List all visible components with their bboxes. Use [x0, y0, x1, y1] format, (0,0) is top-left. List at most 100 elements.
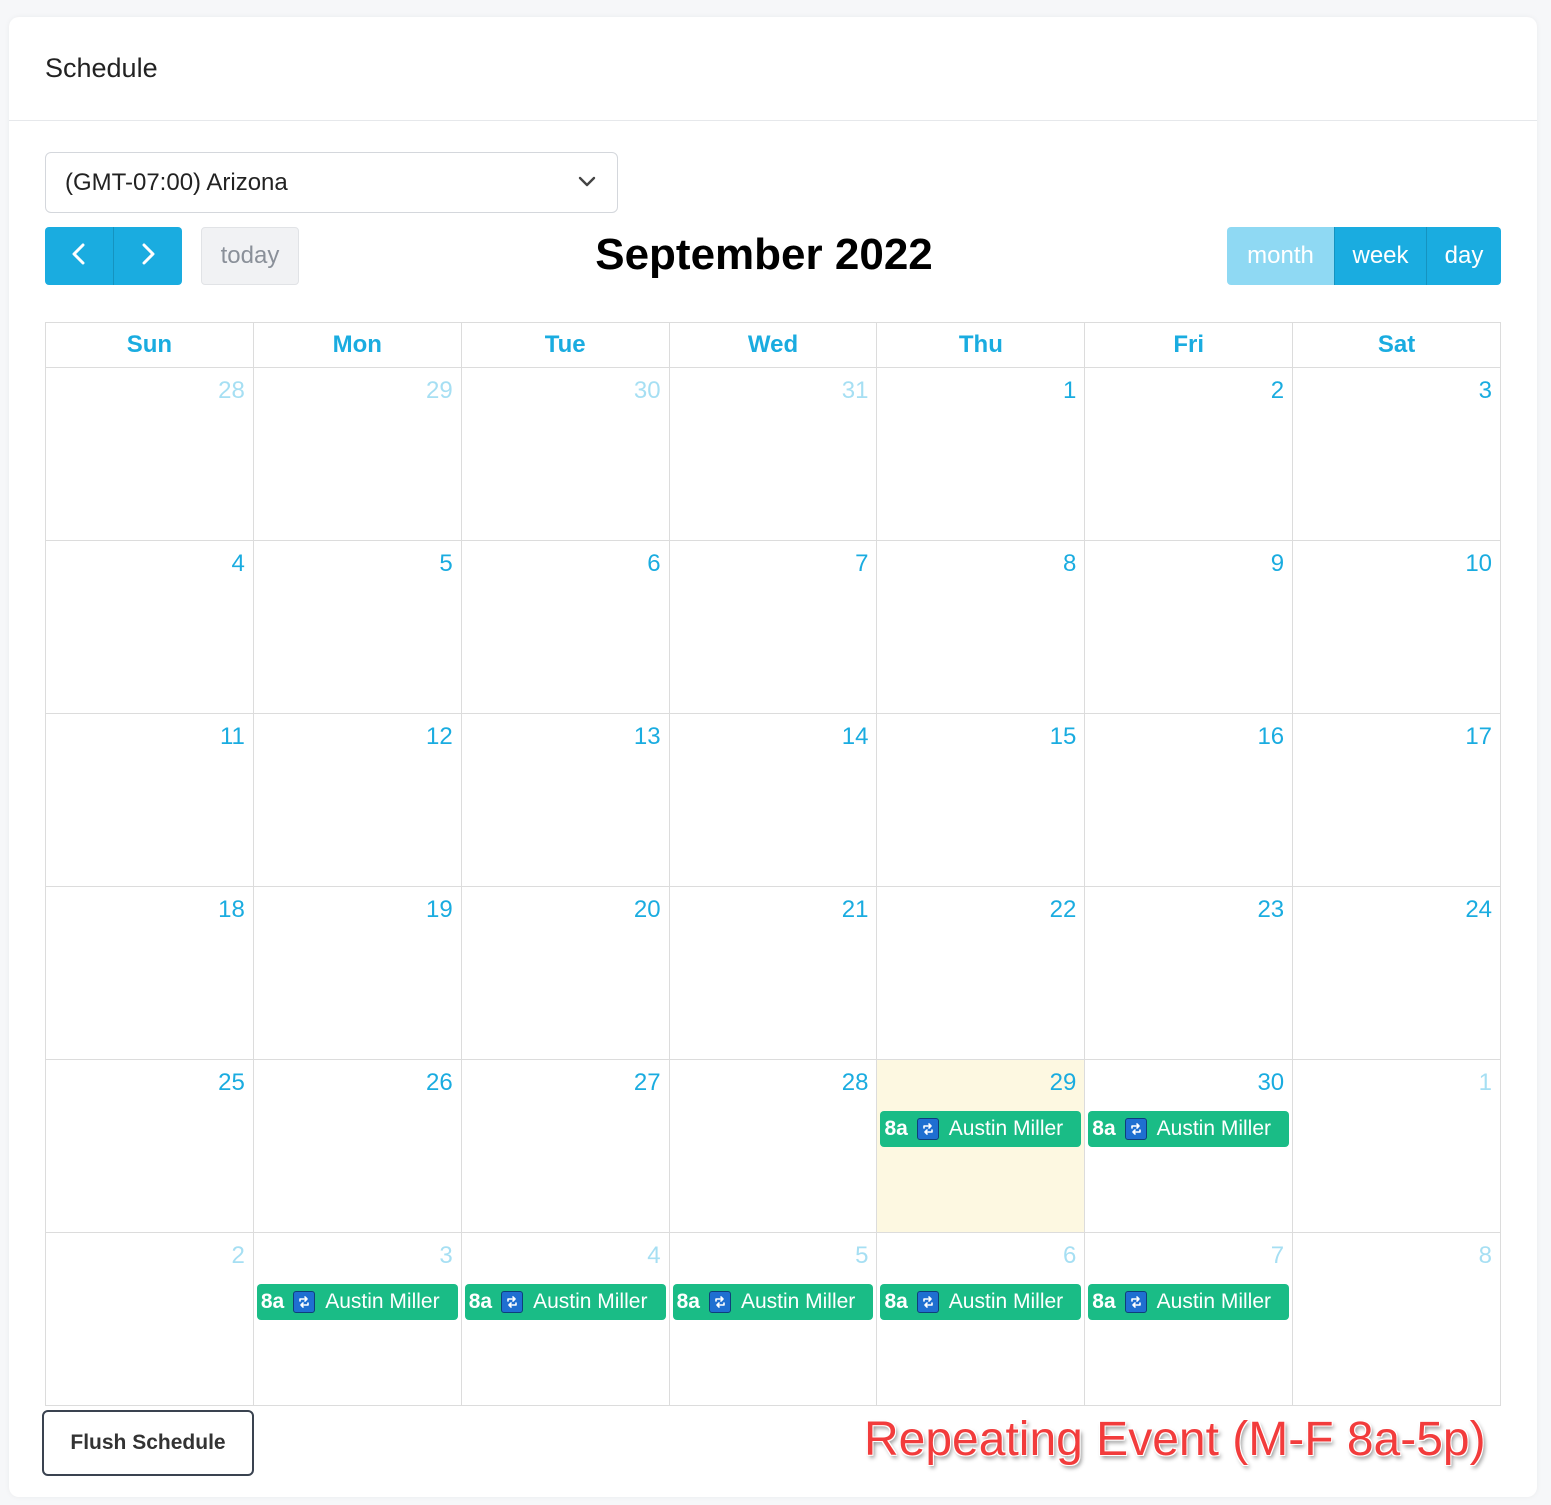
- day-number[interactable]: 23: [1257, 896, 1284, 924]
- day-cell[interactable]: 21: [670, 887, 878, 1059]
- day-number[interactable]: 2: [1271, 377, 1284, 405]
- day-cell[interactable]: 15: [877, 714, 1086, 886]
- day-number[interactable]: 6: [1063, 1242, 1076, 1270]
- day-cell[interactable]: 24: [1293, 887, 1500, 1059]
- day-number[interactable]: 9: [1271, 550, 1284, 578]
- day-cell[interactable]: 27: [462, 1060, 670, 1232]
- day-cell[interactable]: 6 8a Austin Miller: [877, 1233, 1086, 1405]
- day-cell[interactable]: 28: [670, 1060, 878, 1232]
- day-cell[interactable]: 30: [462, 368, 670, 540]
- event-item[interactable]: 8a Austin Miller: [464, 1284, 666, 1320]
- day-number[interactable]: 1: [1063, 377, 1076, 405]
- day-number[interactable]: 27: [634, 1069, 661, 1097]
- view-day-button[interactable]: day: [1426, 227, 1501, 285]
- event-item[interactable]: 8a Austin Miller: [1088, 1111, 1290, 1147]
- day-cell[interactable]: 6: [462, 541, 670, 713]
- day-cell[interactable]: 10: [1293, 541, 1500, 713]
- day-number[interactable]: 25: [218, 1069, 245, 1097]
- day-cell[interactable]: 13: [462, 714, 670, 886]
- day-cell[interactable]: 3: [1293, 368, 1500, 540]
- day-cell[interactable]: 3 8a Austin Miller: [254, 1233, 462, 1405]
- day-number[interactable]: 29: [426, 377, 453, 405]
- event-item[interactable]: 8a Austin Miller: [880, 1284, 1082, 1320]
- day-cell[interactable]: 25: [46, 1060, 254, 1232]
- day-number[interactable]: 26: [426, 1069, 453, 1097]
- day-cell[interactable]: 4 8a Austin Miller: [462, 1233, 670, 1405]
- day-number[interactable]: 11: [220, 723, 245, 751]
- day-cell[interactable]: 2: [1085, 368, 1294, 540]
- day-number[interactable]: 1: [1479, 1069, 1492, 1097]
- day-number[interactable]: 13: [634, 723, 661, 751]
- day-cell[interactable]: 8: [1293, 1233, 1500, 1405]
- event-item[interactable]: 8a Austin Miller: [672, 1284, 874, 1320]
- day-cell[interactable]: 26: [254, 1060, 462, 1232]
- day-number[interactable]: 3: [439, 1242, 452, 1270]
- prev-button[interactable]: [45, 227, 113, 285]
- flush-schedule-button[interactable]: Flush Schedule: [42, 1410, 254, 1476]
- day-cell[interactable]: 16: [1085, 714, 1294, 886]
- day-number[interactable]: 29: [1050, 1069, 1077, 1097]
- day-number[interactable]: 19: [426, 896, 453, 924]
- day-cell[interactable]: 14: [670, 714, 878, 886]
- day-number[interactable]: 20: [634, 896, 661, 924]
- day-cell[interactable]: 12: [254, 714, 462, 886]
- day-cell[interactable]: 5: [254, 541, 462, 713]
- day-cell-today[interactable]: 29 8a Austin Miller: [877, 1060, 1086, 1232]
- day-number[interactable]: 5: [855, 1242, 868, 1270]
- day-cell[interactable]: 1: [1293, 1060, 1500, 1232]
- today-button[interactable]: today: [201, 227, 299, 285]
- day-number[interactable]: 8: [1063, 550, 1076, 578]
- day-cell[interactable]: 4: [46, 541, 254, 713]
- day-number[interactable]: 10: [1465, 550, 1492, 578]
- day-number[interactable]: 21: [842, 896, 869, 924]
- day-number[interactable]: 31: [842, 377, 869, 405]
- day-number[interactable]: 5: [439, 550, 452, 578]
- day-number[interactable]: 30: [634, 377, 661, 405]
- day-number[interactable]: 7: [855, 550, 868, 578]
- day-cell[interactable]: 11: [46, 714, 254, 886]
- day-cell[interactable]: 7: [670, 541, 878, 713]
- day-number[interactable]: 4: [232, 550, 245, 578]
- day-cell[interactable]: 29: [254, 368, 462, 540]
- event-item[interactable]: 8a Austin Miller: [1088, 1284, 1290, 1320]
- day-cell[interactable]: 9: [1085, 541, 1294, 713]
- day-cell[interactable]: 5 8a Austin Miller: [670, 1233, 878, 1405]
- day-cell[interactable]: 23: [1085, 887, 1294, 1059]
- day-number[interactable]: 15: [1050, 723, 1077, 751]
- event-item[interactable]: 8a Austin Miller: [880, 1111, 1082, 1147]
- day-cell[interactable]: 17: [1293, 714, 1500, 886]
- day-cell[interactable]: 19: [254, 887, 462, 1059]
- day-cell[interactable]: 31: [670, 368, 878, 540]
- day-number[interactable]: 22: [1050, 896, 1077, 924]
- day-number[interactable]: 18: [218, 896, 245, 924]
- day-number[interactable]: 17: [1465, 723, 1492, 751]
- day-cell[interactable]: 20: [462, 887, 670, 1059]
- day-cell[interactable]: 2: [46, 1233, 254, 1405]
- day-number[interactable]: 12: [426, 723, 453, 751]
- day-number[interactable]: 2: [232, 1242, 245, 1270]
- day-number[interactable]: 6: [647, 550, 660, 578]
- next-button[interactable]: [113, 227, 182, 285]
- day-number[interactable]: 16: [1257, 723, 1284, 751]
- event-item[interactable]: 8a Austin Miller: [256, 1284, 458, 1320]
- day-number[interactable]: 14: [842, 723, 869, 751]
- day-cell[interactable]: 7 8a Austin Miller: [1085, 1233, 1294, 1405]
- day-number[interactable]: 3: [1479, 377, 1492, 405]
- day-number[interactable]: 28: [218, 377, 245, 405]
- day-number[interactable]: 4: [647, 1242, 660, 1270]
- day-number[interactable]: 28: [842, 1069, 869, 1097]
- day-cell[interactable]: 18: [46, 887, 254, 1059]
- day-cell[interactable]: 30 8a Austin Miller: [1085, 1060, 1294, 1232]
- day-cell[interactable]: 22: [877, 887, 1086, 1059]
- day-of-week-thu: Thu: [877, 323, 1086, 367]
- day-cell[interactable]: 28: [46, 368, 254, 540]
- day-number[interactable]: 8: [1479, 1242, 1492, 1270]
- day-number[interactable]: 30: [1257, 1069, 1284, 1097]
- day-number[interactable]: 7: [1271, 1242, 1284, 1270]
- timezone-select[interactable]: (GMT-07:00) Arizona: [45, 152, 618, 213]
- view-month-button[interactable]: month: [1227, 227, 1334, 285]
- day-cell[interactable]: 8: [877, 541, 1086, 713]
- day-cell[interactable]: 1: [877, 368, 1086, 540]
- view-week-button[interactable]: week: [1334, 227, 1426, 285]
- day-number[interactable]: 24: [1465, 896, 1492, 924]
